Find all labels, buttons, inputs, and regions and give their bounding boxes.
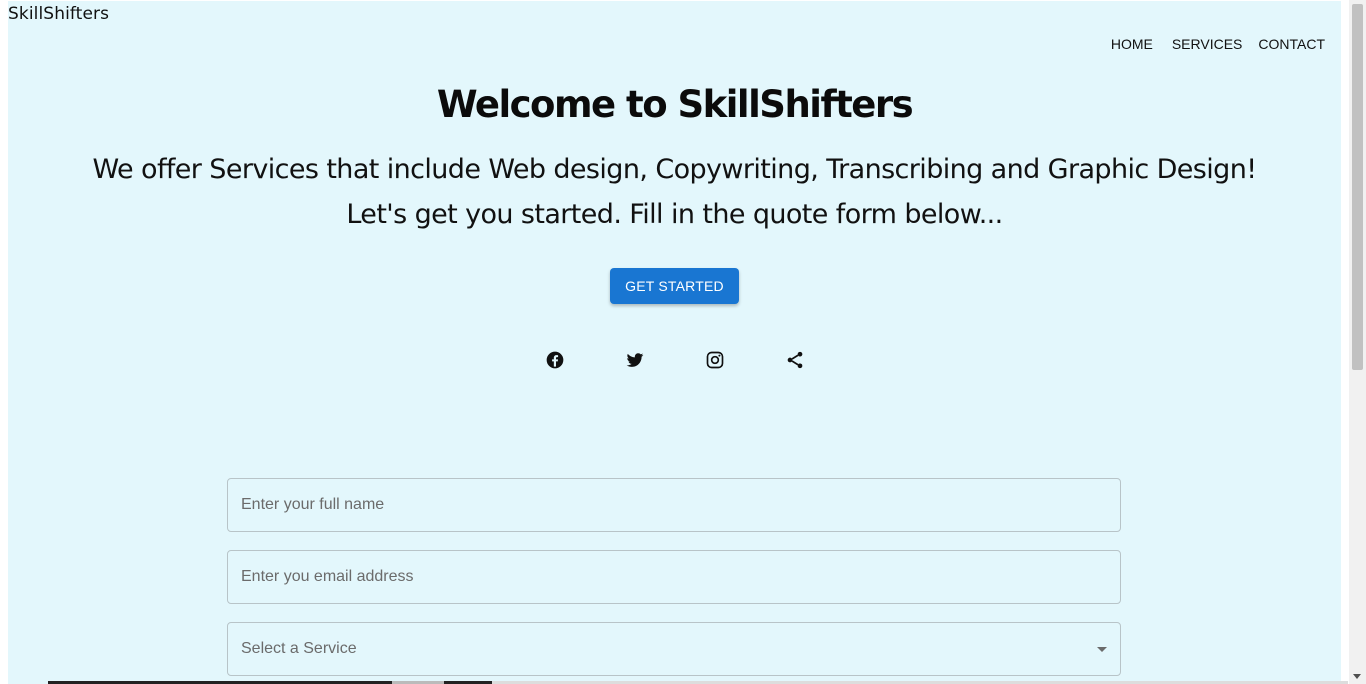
hero-title: Welcome to SkillShifters	[436, 83, 914, 126]
top-nav: HOME SERVICES CONTACT	[1103, 36, 1333, 52]
service-select[interactable]: Select a Service	[227, 622, 1121, 676]
nav-contact[interactable]: CONTACT	[1250, 36, 1333, 52]
service-select-placeholder: Select a Service	[241, 640, 357, 657]
scroll-down-arrow-icon[interactable]	[1353, 674, 1361, 679]
hero-subtitle: We offer Services that include Web desig…	[8, 147, 1341, 237]
hero-subtitle-line-2: Let's get you started. Fill in the quote…	[346, 199, 1003, 230]
email-field	[227, 550, 1121, 604]
instagram-icon[interactable]	[704, 349, 726, 371]
get-started-button[interactable]: GET STARTED	[610, 268, 739, 304]
hero-subtitle-line-1: We offer Services that include Web desig…	[92, 154, 1257, 185]
brand-logo-text[interactable]: SkillShifters	[8, 4, 109, 24]
scrollbar-thumb[interactable]	[1352, 4, 1363, 370]
email-input[interactable]	[228, 551, 1120, 603]
share-icon[interactable]	[784, 349, 806, 371]
chevron-down-icon	[1097, 647, 1107, 652]
page-scrollbar[interactable]	[1349, 0, 1366, 684]
twitter-icon[interactable]	[624, 349, 646, 371]
social-links	[8, 349, 1341, 371]
page-viewport: SkillShifters HOME SERVICES CONTACT Welc…	[8, 1, 1341, 684]
full-name-input[interactable]	[228, 479, 1120, 531]
nav-home[interactable]: HOME	[1103, 36, 1164, 52]
facebook-icon[interactable]	[544, 349, 566, 371]
full-name-field	[227, 478, 1121, 532]
nav-services[interactable]: SERVICES	[1164, 36, 1251, 52]
